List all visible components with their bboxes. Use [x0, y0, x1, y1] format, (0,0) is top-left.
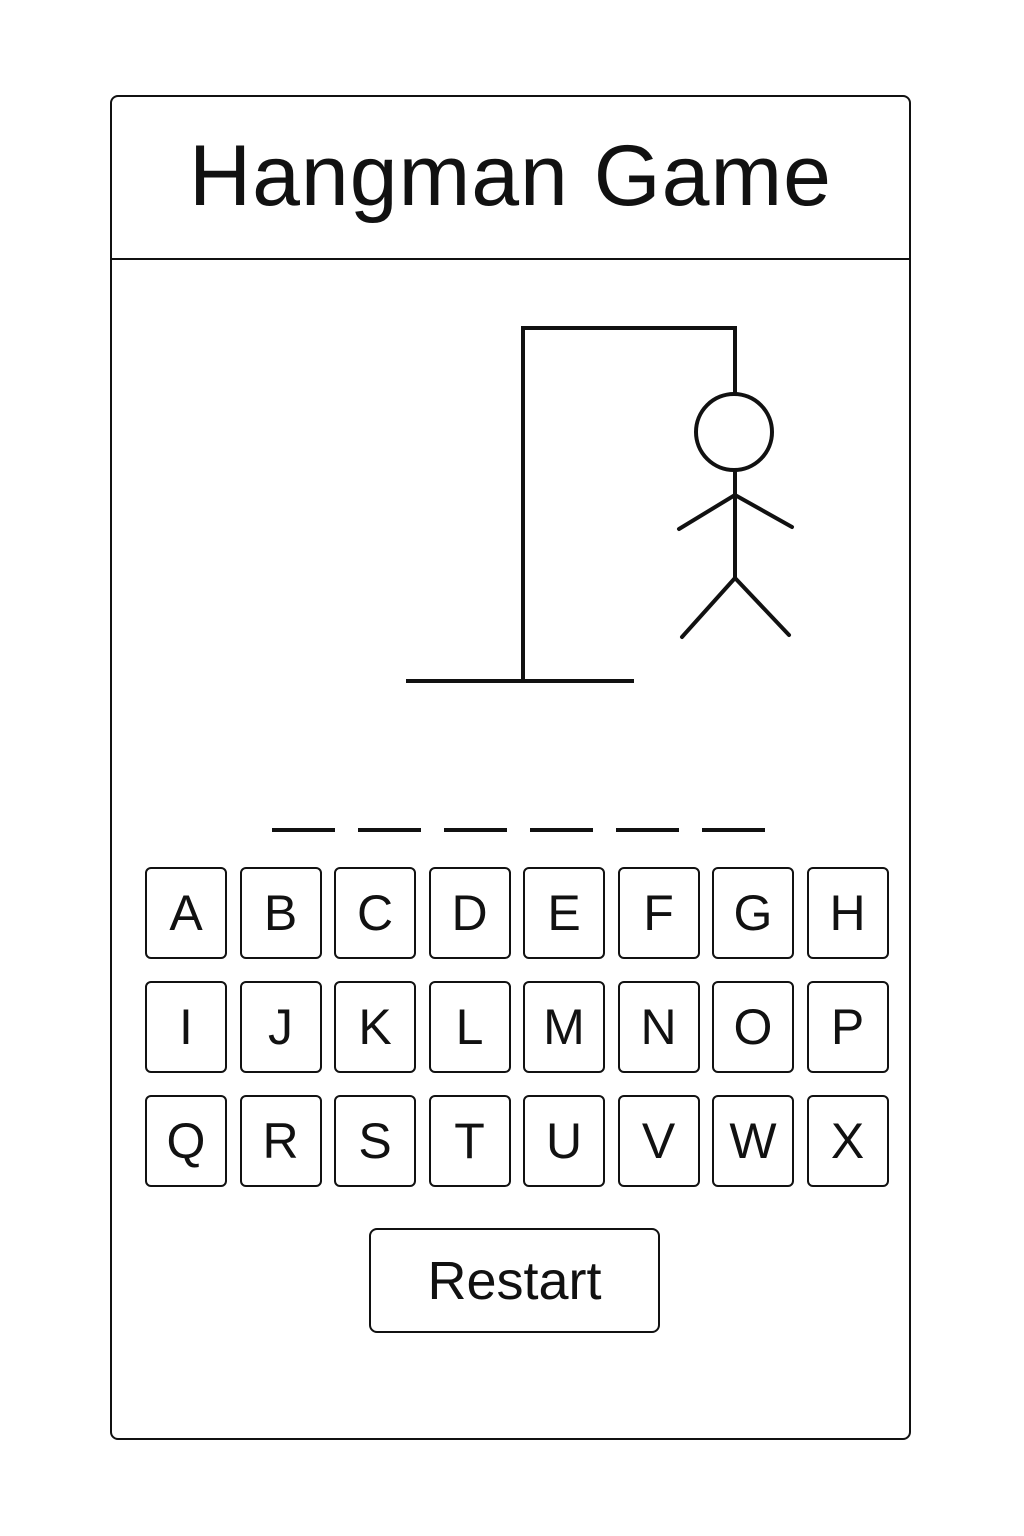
- key-i[interactable]: I: [145, 981, 227, 1073]
- word-letter-slot: [358, 792, 421, 832]
- key-p[interactable]: P: [806, 981, 889, 1073]
- key-k[interactable]: K: [334, 981, 416, 1073]
- key-t[interactable]: T: [428, 1095, 511, 1187]
- word-letter-slot: [444, 792, 507, 832]
- key-g[interactable]: G: [712, 867, 794, 959]
- key-h[interactable]: H: [806, 867, 889, 959]
- stickman-left-leg: [680, 576, 737, 639]
- key-a[interactable]: A: [145, 867, 227, 959]
- key-n[interactable]: N: [617, 981, 700, 1073]
- word-display: [272, 792, 765, 832]
- stickman-right-arm: [733, 493, 794, 529]
- letter-keyboard: ABCDEFGH IJKLMNOP QRSTUVWX: [145, 867, 890, 1187]
- word-letter-slot: [272, 792, 335, 832]
- key-s[interactable]: S: [334, 1095, 416, 1187]
- word-letter-slot: [616, 792, 679, 832]
- word-letter-slot: [702, 792, 765, 832]
- restart-button[interactable]: Restart: [369, 1228, 660, 1333]
- key-w[interactable]: W: [712, 1095, 794, 1187]
- key-v[interactable]: V: [617, 1095, 700, 1187]
- key-l[interactable]: L: [428, 981, 511, 1073]
- stickman-right-leg: [733, 576, 791, 637]
- key-e[interactable]: E: [523, 867, 605, 959]
- stickman-left-arm: [677, 493, 737, 531]
- key-r[interactable]: R: [239, 1095, 322, 1187]
- stickman-head: [694, 392, 774, 472]
- key-c[interactable]: C: [334, 867, 416, 959]
- key-x[interactable]: X: [806, 1095, 889, 1187]
- key-u[interactable]: U: [523, 1095, 605, 1187]
- key-q[interactable]: Q: [145, 1095, 227, 1187]
- key-o[interactable]: O: [712, 981, 794, 1073]
- key-d[interactable]: D: [428, 867, 511, 959]
- key-j[interactable]: J: [239, 981, 322, 1073]
- word-letter-slot: [530, 792, 593, 832]
- key-f[interactable]: F: [617, 867, 700, 959]
- key-b[interactable]: B: [239, 867, 322, 959]
- key-m[interactable]: M: [523, 981, 605, 1073]
